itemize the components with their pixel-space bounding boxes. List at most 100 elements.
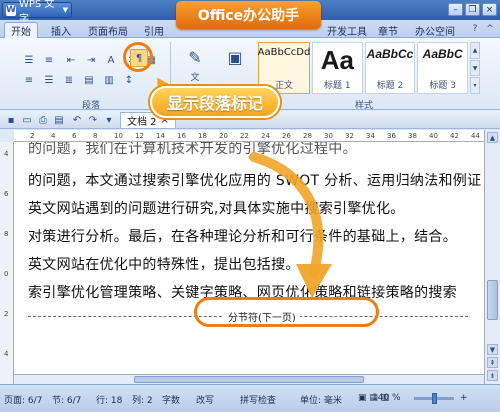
ruler-tick: 34 [366, 132, 375, 140]
minimize-icon[interactable]: – [448, 3, 463, 16]
document-tab-label: 文档 2 [127, 117, 157, 128]
styles-gallery: AaBbCcDd 正文 Aa 标题 1 AaBbCc 标题 2 AaBbC 标题… [257, 42, 469, 94]
status-unit[interactable]: 单位: 毫米 [300, 393, 342, 406]
zoom-slider-knob[interactable] [432, 393, 437, 404]
increase-indent-icon[interactable]: ⇥ [82, 52, 100, 68]
ruler-tick: 26 [282, 132, 291, 140]
brand-banner: Office办公助手 [176, 1, 321, 29]
save-icon[interactable]: ▪ [4, 113, 18, 127]
text-tool-icon: ✎ [188, 47, 202, 67]
preview-icon[interactable]: ▤ [52, 113, 66, 127]
callout-show-paragraph-marks: 显示段落标记 [150, 86, 280, 118]
tab-office-space[interactable]: 办公空间 [410, 22, 460, 38]
justify-icon[interactable]: ▤ [80, 72, 98, 88]
tab-page-layout[interactable]: 页面布局 [82, 22, 134, 38]
ruler-tick: 14 [156, 132, 165, 140]
styles-group-label: 样式 [355, 101, 374, 111]
collapse-ribbon-icon[interactable]: ^ [484, 23, 496, 35]
status-bar: 页面: 6/7 节: 6/7 行: 18 列: 2 字数 改写 拼写检查 单位:… [0, 384, 500, 412]
tab-insert[interactable]: 插入 [44, 22, 78, 38]
vertical-ruler[interactable]: 4 6 8 0 2 4 [0, 142, 14, 384]
new-style-icon: ▣ [227, 47, 243, 67]
style-name: 标题 1 [324, 81, 351, 91]
text-tool-label: 文 [190, 73, 200, 83]
zoom-in-icon[interactable]: + [460, 393, 468, 403]
restore-icon[interactable]: ❐ [465, 3, 480, 16]
ruler-tick: 2 [30, 132, 35, 140]
status-section: 节: 6/7 [52, 396, 82, 406]
section-break-highlight [194, 297, 379, 327]
scroll-down-icon[interactable]: ▼ [487, 344, 498, 355]
ruler-tick: 8 [93, 132, 98, 140]
undo-icon[interactable]: ↶ [70, 113, 84, 127]
style-heading-2[interactable]: AaBbCc 标题 2 [364, 42, 416, 94]
ruler-tick: 16 [177, 132, 186, 140]
print-icon[interactable]: ⎙ [36, 113, 50, 127]
horizontal-ruler[interactable]: 2 4 6 8 10 12 14 16 18 20 22 24 26 28 30 32 34 36 38 40 42 44 [14, 130, 484, 142]
paragraph-group-label: 段落 [82, 101, 101, 111]
tab-developer[interactable]: 开发工具 [325, 22, 369, 38]
redo-icon[interactable]: ↷ [86, 113, 100, 127]
ruler-tick: 20 [219, 132, 228, 140]
highlight-ring [123, 42, 153, 72]
more-styles-icon[interactable]: ▾ [470, 77, 480, 95]
align-left-icon[interactable]: ≡ [20, 72, 38, 88]
styles-scroll: ▲ ▼ ▾ [470, 42, 480, 95]
style-sample: AaBbC [422, 47, 463, 61]
tab-references[interactable]: 引用 [138, 22, 170, 38]
more-icon[interactable]: ▾ [102, 113, 116, 127]
ruler-tick: 12 [135, 132, 144, 140]
ruler-tick: 36 [387, 132, 396, 140]
ruler-tick: 4 [51, 132, 56, 140]
style-name: 标题 3 [429, 81, 456, 91]
status-zoom[interactable]: 140 % [372, 393, 401, 403]
tab-chapter[interactable]: 章节 [372, 22, 404, 38]
document-page[interactable]: 的问题，我们在计算机技术开发的引擎优化过程中。 的问题，本文通过搜索引擎优化应用… [14, 142, 484, 384]
scrollbar-thumb[interactable] [134, 376, 364, 383]
ruler-tick: 38 [408, 132, 417, 140]
style-sample: AaBbCcDd [257, 47, 311, 58]
align-right-icon[interactable]: ≣ [60, 72, 78, 88]
tab-home[interactable]: 开始 [4, 22, 38, 38]
ruler-tick: 44 [471, 132, 480, 140]
scroll-up-icon[interactable]: ▲ [487, 132, 498, 143]
numbered-list-icon[interactable]: ≡ [40, 52, 58, 68]
window-controls: – ❐ × [448, 3, 497, 16]
style-sample: Aa [320, 45, 354, 75]
document-line: 英文网站遇到的问题进行研究,对具体实施中搜索引擎优化。 [28, 201, 405, 217]
distributed-icon[interactable]: ▥ [100, 72, 118, 88]
status-page: 页面: 6/7 [4, 396, 43, 406]
wps-logo-icon: W [6, 4, 16, 16]
scroll-up-icon[interactable]: ▲ [470, 42, 480, 59]
scrollbar-thumb[interactable] [487, 280, 498, 320]
annotation-arrow-icon [249, 152, 332, 298]
status-revise[interactable]: 改写 [196, 393, 214, 406]
ruler-tick: 28 [303, 132, 312, 140]
decrease-indent-icon[interactable]: ⇤ [62, 52, 80, 68]
bullet-list-icon[interactable]: ☰ [20, 52, 38, 68]
open-icon[interactable]: ▭ [20, 113, 34, 127]
chinese-layout-icon[interactable]: A [102, 52, 120, 68]
style-heading-3[interactable]: AaBbC 标题 3 [417, 42, 469, 94]
style-heading-1[interactable]: Aa 标题 1 [312, 42, 363, 94]
ruler-tick: 24 [261, 132, 270, 140]
ruler-tick: 30 [324, 132, 333, 140]
scroll-down-icon[interactable]: ▼ [470, 59, 480, 77]
status-col: 列: 2 [132, 396, 153, 406]
vertical-scrollbar[interactable]: ▲ ▼ ⇞ ⇟ [484, 130, 500, 384]
align-center-icon[interactable]: ☰ [40, 72, 58, 88]
line-spacing-icon[interactable]: ↕ [120, 72, 138, 88]
status-spell[interactable]: 拼写检查 [240, 393, 276, 406]
close-icon[interactable]: × [482, 3, 497, 16]
next-page-icon[interactable]: ⇟ [487, 370, 498, 381]
status-words[interactable]: 字数 [162, 393, 180, 406]
style-name: 标题 2 [376, 81, 404, 91]
help-icon[interactable]: ? [469, 23, 481, 35]
ruler-tick: 6 [72, 132, 77, 140]
ruler-tick: 32 [345, 132, 354, 140]
prev-page-icon[interactable]: ⇞ [487, 357, 498, 368]
app-menu-button[interactable]: W WPS 文字 ▼ [2, 0, 72, 25]
horizontal-scrollbar[interactable] [14, 374, 484, 384]
ruler-tick: 22 [240, 132, 249, 140]
ruler-tick: 10 [114, 132, 123, 140]
